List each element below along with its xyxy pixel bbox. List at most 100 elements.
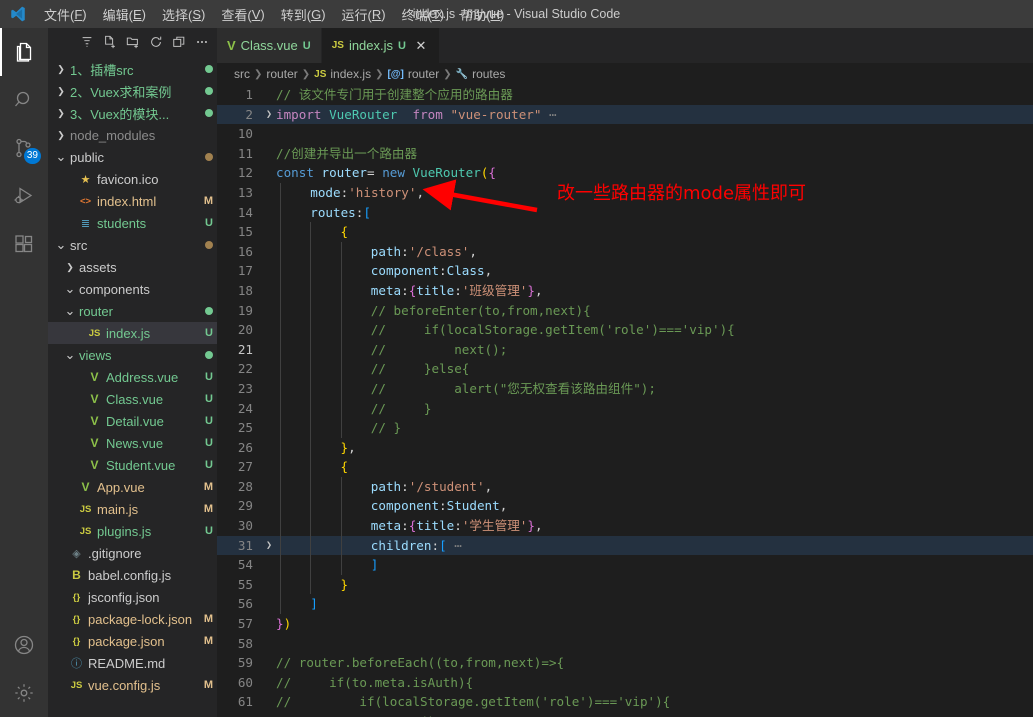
menu-item-0[interactable]: 文件(F) xyxy=(36,0,95,28)
menu-item-4[interactable]: 转到(G) xyxy=(273,0,334,28)
tree-item[interactable]: ◈ .gitignore xyxy=(48,542,217,564)
new-folder-icon[interactable] xyxy=(122,31,144,53)
tab-close-icon[interactable]: ✕ xyxy=(413,38,429,54)
code-line[interactable]: 29 component:Student, xyxy=(217,496,1033,517)
tree-item[interactable]: <> index.html M xyxy=(48,190,217,212)
code-line[interactable]: 61 // if(localStorage.getItem('role')==='… xyxy=(217,692,1033,712)
filter-icon[interactable] xyxy=(76,31,98,53)
more-actions-icon[interactable] xyxy=(191,31,213,53)
tree-item[interactable]: ❯ 3、Vuex的模块... xyxy=(48,102,217,124)
tree-item[interactable]: V News.vue U xyxy=(48,432,217,454)
tree-item[interactable]: ★ favicon.ico xyxy=(48,168,217,190)
breadcrumb-segment[interactable]: router xyxy=(266,67,297,81)
code-line[interactable]: 16 path:'/class', xyxy=(217,241,1033,262)
chevron-down-icon[interactable]: ⌄ xyxy=(54,150,68,163)
code-line[interactable]: 28 path:'/student', xyxy=(217,476,1033,497)
tree-item[interactable]: V Detail.vue U xyxy=(48,410,217,432)
refresh-explorer-icon[interactable] xyxy=(145,31,167,53)
tree-item[interactable]: V App.vue M xyxy=(48,476,217,498)
tree-item[interactable]: ❯ assets xyxy=(48,256,217,278)
extensions-icon[interactable] xyxy=(0,220,48,268)
tree-item[interactable]: Bbabel.config.js xyxy=(48,564,217,586)
code-line[interactable]: 59 // router.beforeEach((to,from,next)=>{ xyxy=(217,653,1033,673)
tree-item[interactable]: ⓘ README.md xyxy=(48,652,217,674)
code-line[interactable]: 11 //创建并导出一个路由器 xyxy=(217,144,1033,164)
code-line[interactable]: 15 { xyxy=(217,222,1033,242)
code-line[interactable]: 26}, xyxy=(217,437,1033,458)
tree-item[interactable]: ⌄ public xyxy=(48,146,217,168)
tree-item[interactable]: ❯ node_modules xyxy=(48,124,217,146)
tree-item[interactable]: V Student.vue U xyxy=(48,454,217,476)
code-line[interactable]: 60 // if(to.meta.isAuth){ xyxy=(217,673,1033,693)
tree-item[interactable]: ≣ students U xyxy=(48,212,217,234)
breadcrumb-segment[interactable]: 🔧 routes xyxy=(456,67,506,81)
breadcrumb-segment[interactable]: [@] router xyxy=(387,67,439,81)
code-line[interactable]: 17 component:Class, xyxy=(217,261,1033,281)
tree-item[interactable]: V Class.vue U xyxy=(48,388,217,410)
menu-item-6[interactable]: 终端(T) xyxy=(394,0,453,28)
tree-item[interactable]: JS main.js M xyxy=(48,498,217,520)
code-line[interactable]: 23 // alert("您无权查看该路由组件"); xyxy=(217,378,1033,399)
chevron-down-icon[interactable]: ⌄ xyxy=(63,304,77,317)
tree-item[interactable]: {} package.json M xyxy=(48,630,217,652)
breadcrumb-segment[interactable]: src xyxy=(234,67,250,81)
chevron-right-icon[interactable]: ❯ xyxy=(54,108,68,119)
chevron-right-icon[interactable]: ❯ xyxy=(54,86,68,97)
code-lines[interactable]: 1// 该文件专门用于创建整个应用的路由器 2 ❯ import VueRouter … xyxy=(217,85,1033,717)
tree-item[interactable]: {} jsconfig.json xyxy=(48,586,217,608)
code-line[interactable]: 20 // if(localStorage.getItem('role')==='… xyxy=(217,320,1033,340)
chevron-right-icon[interactable]: ❯ xyxy=(63,262,77,273)
code-line[interactable]: 18 meta:{title:'班级管理'}, xyxy=(217,280,1033,301)
tree-item[interactable]: JS vue.config.js M xyxy=(48,674,217,696)
code-line[interactable]: 12 const router= new VueRouter({ xyxy=(217,163,1033,183)
editor-tab-bar[interactable]: V Class.vue U JS index.js U ✕ xyxy=(217,28,1033,63)
code-line[interactable]: 13 mode:'history', xyxy=(217,182,1033,203)
code-line[interactable]: 19 // beforeEnter(to,from,next){ xyxy=(217,300,1033,321)
code-line[interactable]: 55} xyxy=(217,574,1033,595)
menu-item-3[interactable]: 查看(V) xyxy=(213,0,272,28)
code-line[interactable]: 57}) xyxy=(217,614,1033,634)
explorer-icon[interactable] xyxy=(0,28,48,76)
code-line[interactable]: 2 ❯ import VueRouter from "vue-router" ⋯ xyxy=(217,104,1033,125)
tree-item[interactable]: {} package-lock.json M xyxy=(48,608,217,630)
chevron-right-icon[interactable]: ❯ xyxy=(54,64,68,75)
tree-item[interactable]: ⌄ components xyxy=(48,278,217,300)
menu-item-7[interactable]: 帮助(H) xyxy=(452,0,512,28)
breadcrumb[interactable]: src ❯ router ❯ JS index.js ❯ [@] router ❯ 🔧 routes xyxy=(217,63,1033,85)
code-line[interactable]: 25 // } xyxy=(217,418,1033,438)
code-line[interactable]: 54] xyxy=(217,555,1033,575)
file-tree[interactable]: ❯ 1、插槽src ❯ 2、Vuex求和案例 ❯ 3、Vuex的模块... ❯ node_mo… xyxy=(48,56,217,717)
code-line[interactable]: 14 routes:[ xyxy=(217,202,1033,223)
code-editor[interactable]: 1// 该文件专门用于创建整个应用的路由器 2 ❯ import VueRouter … xyxy=(217,85,1033,717)
menu-bar[interactable]: 文件(F) 编辑(E) 选择(S) 查看(V) 转到(G) 运行(R) 终端(T) 帮助(H) xyxy=(36,0,512,28)
code-line[interactable]: 24 // } xyxy=(217,398,1033,419)
tree-item[interactable]: JS index.js U xyxy=(48,322,217,344)
tree-item[interactable]: ❯ 2、Vuex求和案例 xyxy=(48,80,217,102)
code-scroll-region[interactable]: 1// 该文件专门用于创建整个应用的路由器 2 ❯ import VueRouter … xyxy=(217,85,1033,717)
collapse-folders-icon[interactable] xyxy=(168,31,190,53)
code-line[interactable]: 30 meta:{title:'学生管理'}, xyxy=(217,516,1033,536)
chevron-right-icon[interactable]: ❯ xyxy=(54,130,68,141)
tree-item[interactable]: ⌄ views xyxy=(48,344,217,366)
code-line[interactable]: 27 { xyxy=(217,457,1033,477)
tree-item[interactable]: JS plugins.js U xyxy=(48,520,217,542)
breadcrumb-segment[interactable]: JS index.js xyxy=(314,67,371,81)
editor-tab-index-js[interactable]: JS index.js U ✕ xyxy=(321,28,440,63)
account-icon[interactable] xyxy=(0,621,48,669)
code-line[interactable]: 58 xyxy=(217,634,1033,654)
chevron-down-icon[interactable]: ⌄ xyxy=(63,348,77,361)
code-line[interactable]: 21 // next(); xyxy=(217,339,1033,360)
menu-item-2[interactable]: 选择(S) xyxy=(154,0,213,28)
fold-chevron-icon[interactable]: ❯ xyxy=(262,536,276,556)
fold-chevron-icon[interactable]: ❯ xyxy=(262,105,276,125)
code-line[interactable]: 22 // }else{ xyxy=(217,359,1033,379)
chevron-down-icon[interactable]: ⌄ xyxy=(54,238,68,251)
code-line[interactable]: 62 // next(); xyxy=(217,712,1033,717)
tree-item[interactable]: ⌄ src xyxy=(48,234,217,256)
tree-item[interactable]: ⌄ router xyxy=(48,300,217,322)
menu-item-1[interactable]: 编辑(E) xyxy=(95,0,154,28)
menu-item-5[interactable]: 运行(R) xyxy=(334,0,394,28)
code-line[interactable]: 10 xyxy=(217,124,1033,144)
code-line[interactable]: 1 // 该文件专门用于创建整个应用的路由器 xyxy=(217,85,1033,105)
tree-item[interactable]: V Address.vue U xyxy=(48,366,217,388)
